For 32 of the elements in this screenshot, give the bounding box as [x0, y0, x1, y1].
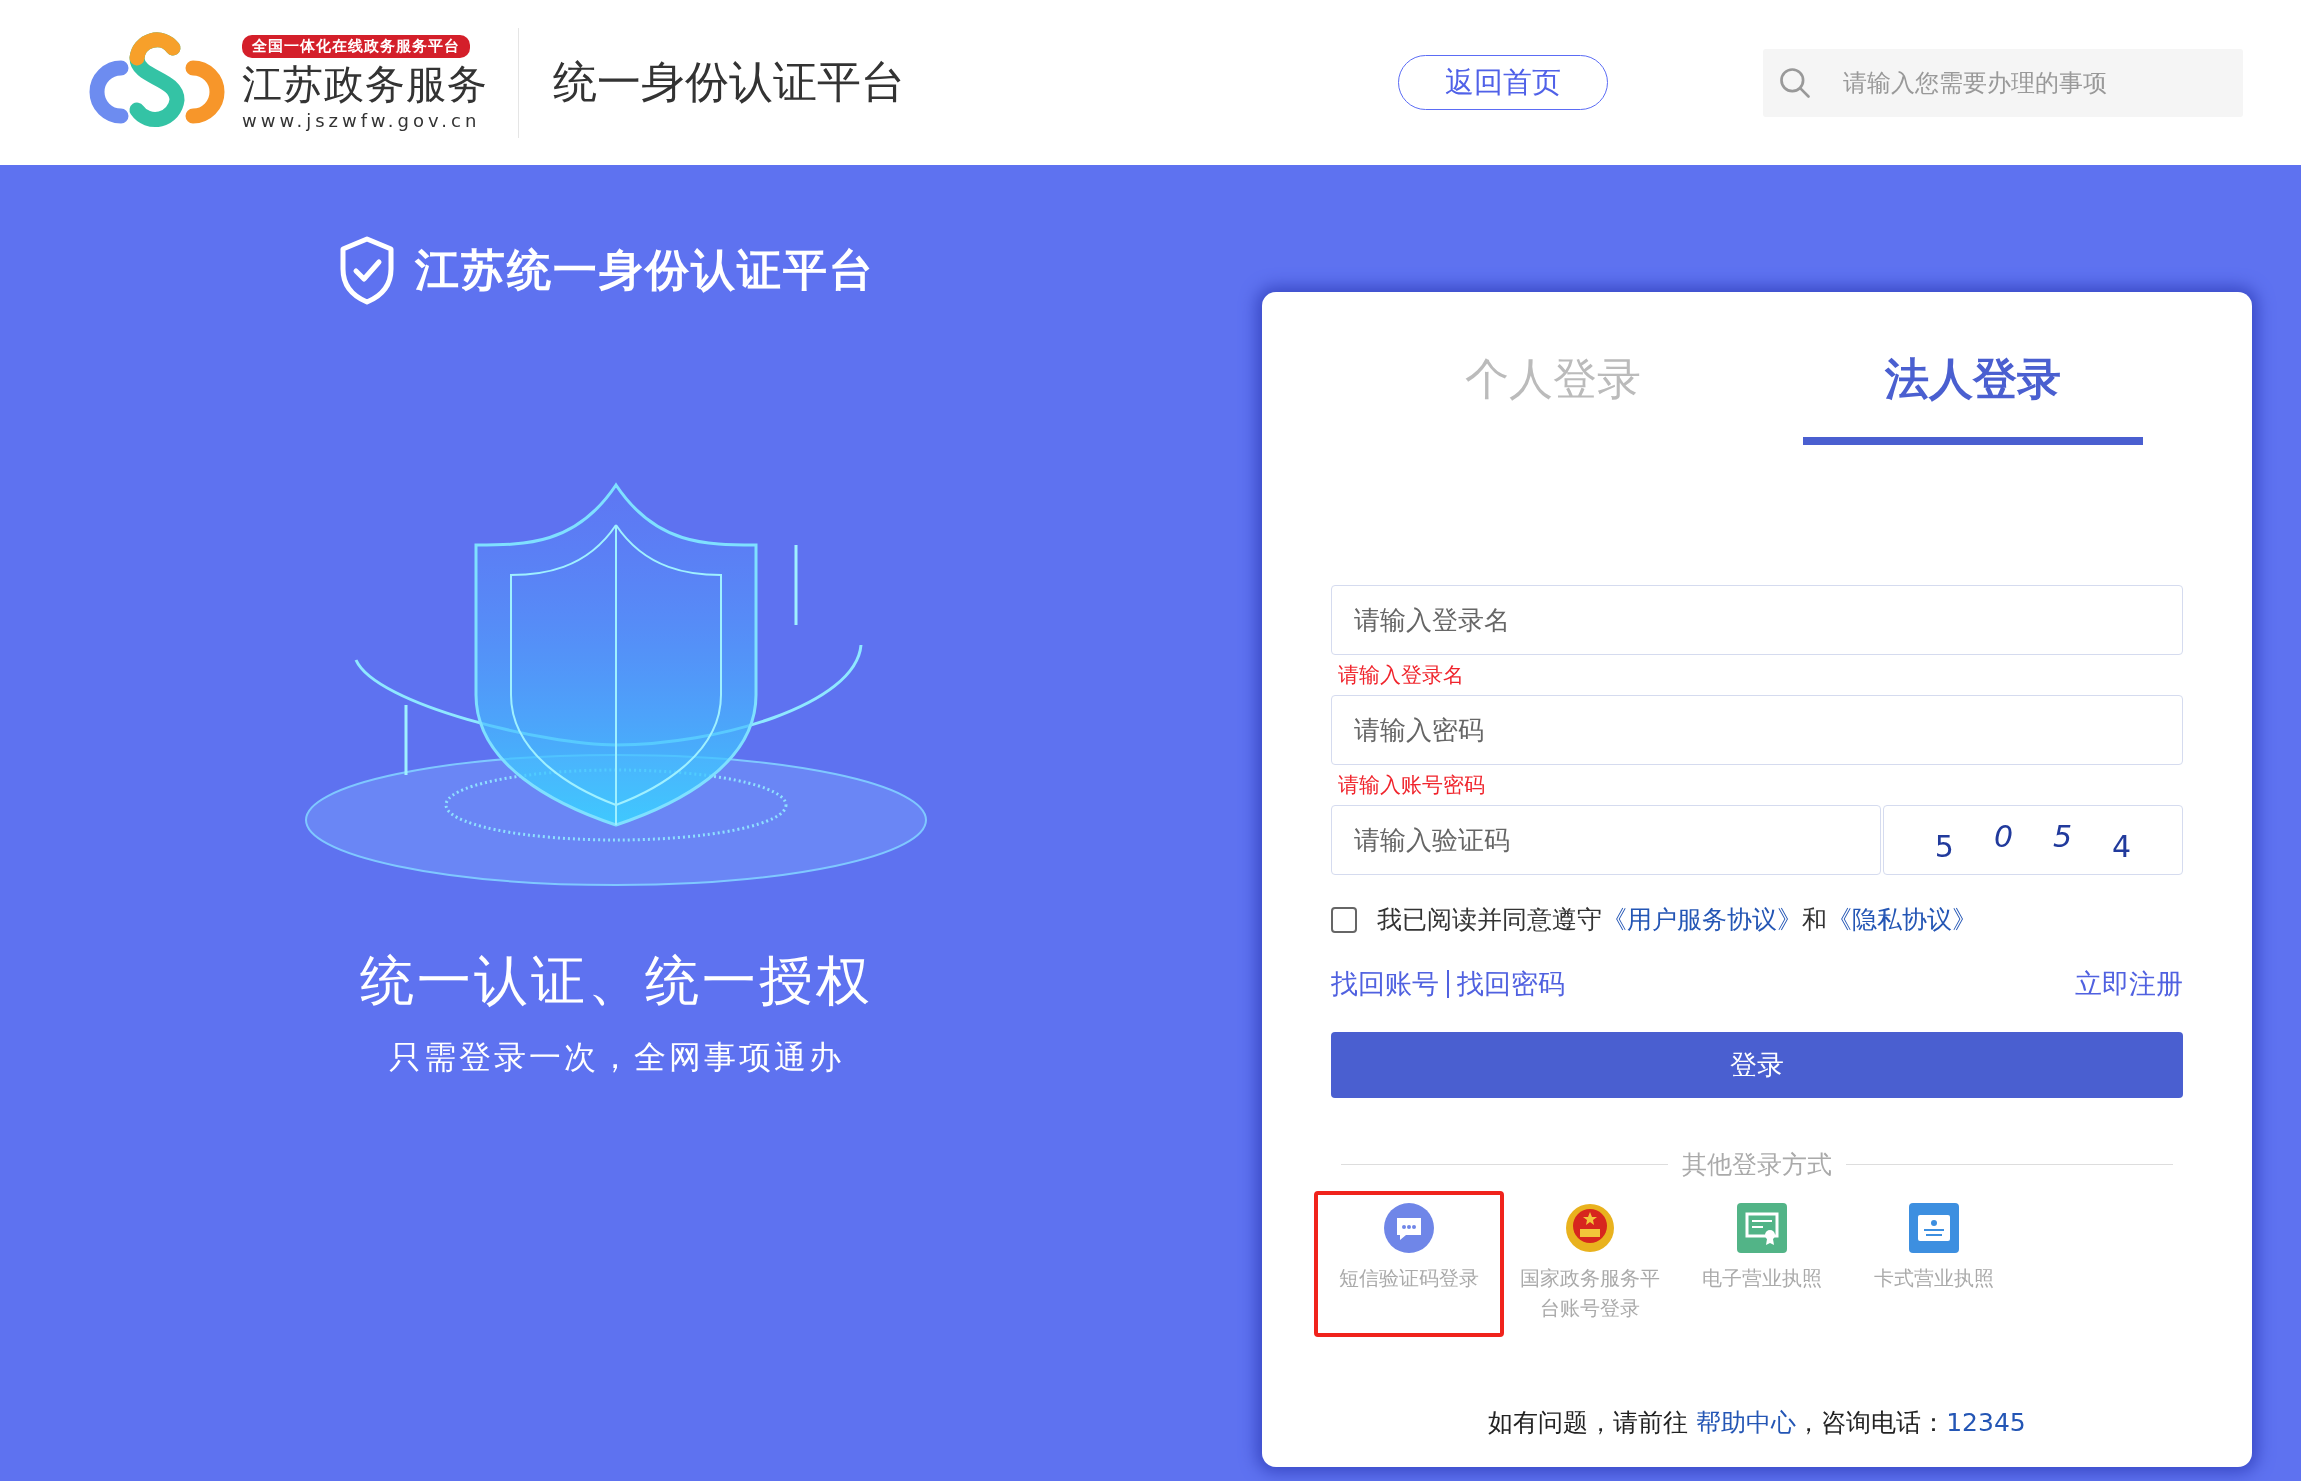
agreement-text: 我已阅读并同意遵守《用户服务协议》和《隐私协议》 [1377, 904, 1977, 936]
help-text: 如有问题，请前往 帮助中心，咨询电话：12345 [1487, 1407, 2027, 1439]
privacy-agreement-link[interactable]: 《隐私协议》 [1827, 905, 1977, 934]
certificate-icon [1737, 1203, 1787, 1253]
slogan: 统一认证、统一授权 [359, 948, 873, 1014]
error-message: 请输入登录名 [1337, 662, 1465, 689]
platform-badge: 全国一体化在线政务服务平台 [242, 34, 470, 58]
captcha-field[interactable]: 请输入验证码 [1331, 805, 1881, 875]
site-name: 江苏政务服务 [242, 59, 488, 109]
recover-password-link[interactable]: 找回密码 [1457, 966, 1565, 1002]
recover-account-link[interactable]: 找回账号 [1331, 966, 1439, 1002]
agreement-checkbox[interactable] [1331, 906, 1357, 933]
password-field[interactable]: 请输入密码 [1331, 695, 2183, 765]
hero-title: 江苏统一身份认证平台 [415, 242, 875, 297]
phone-link[interactable]: 12345 [1946, 1408, 2026, 1437]
search-field[interactable]: 请输入您需要办理的事项 [1763, 48, 2243, 117]
help-center-link[interactable]: 帮助中心 [1696, 1408, 1797, 1437]
login-button[interactable]: 登录 [1331, 1032, 2183, 1098]
user-agreement-link[interactable]: 《用户服务协议》 [1602, 905, 1802, 934]
platform-title: 统一身份认证平台 [553, 55, 905, 109]
other-login-title: 其他登录方式 [1682, 1149, 1832, 1181]
home-button[interactable]: 返回首页 [1398, 55, 1608, 110]
chat-bubble-icon [1384, 1203, 1434, 1253]
site-url: www.jszwfw.gov.cn [242, 109, 481, 131]
emblem-icon [1565, 1203, 1615, 1253]
slogan-subtitle: 只需登录一次，全网事项通办 [388, 1037, 844, 1078]
captcha-image[interactable]: 5 0 5 4 [1883, 805, 2183, 875]
username-field[interactable]: 请输入登录名 [1331, 585, 2183, 655]
error-message: 请输入账号密码 [1337, 772, 1486, 799]
register-link[interactable]: 立即注册 [2075, 966, 2183, 1002]
id-card-icon [1909, 1203, 1959, 1253]
login-tab[interactable]: 法人登录 [1803, 340, 2143, 445]
